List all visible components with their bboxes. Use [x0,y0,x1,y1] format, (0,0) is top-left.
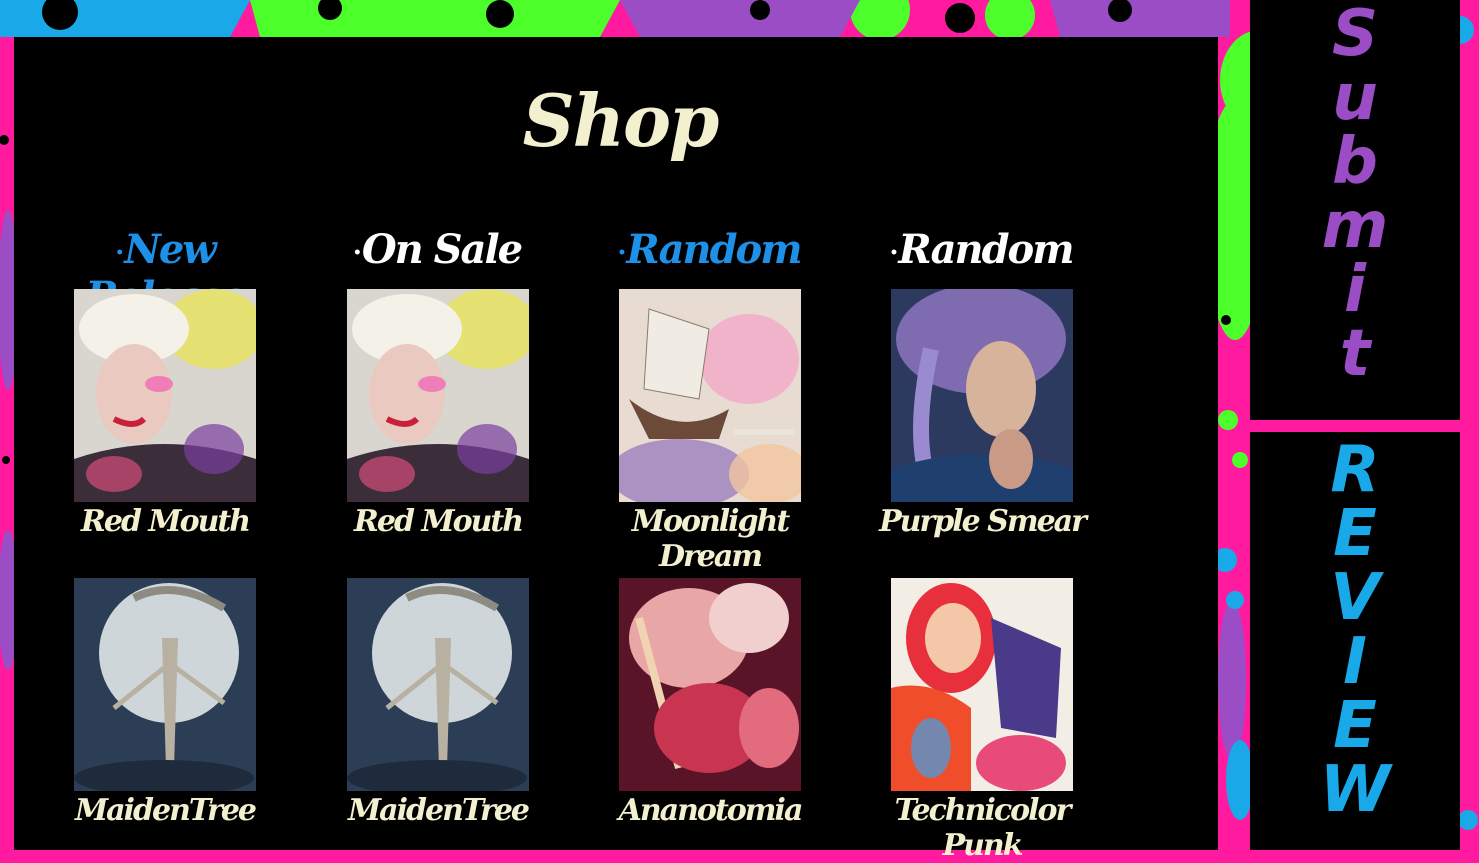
moon-tree-figure-image [74,578,256,791]
product-thumbnail[interactable] [74,289,256,502]
submit-label: S u b m i t [1321,0,1389,391]
old-woman-portrait-image [891,289,1073,502]
product-thumbnail[interactable] [619,289,801,502]
product-thumbnail[interactable] [74,578,256,791]
moon-tree-figure-image [347,578,529,791]
product-thumbnail[interactable] [619,578,801,791]
portrait-woman-white-hair-image [74,289,256,502]
product-name[interactable]: Ananotomia [580,793,840,828]
submit-button[interactable]: S u b m i t [1250,0,1460,420]
column-heading-label: Random [626,226,802,273]
column-heading-label: Random [898,226,1074,273]
page-title: Shop [522,78,720,163]
column-heading-new-release[interactable]: •New Release [50,226,280,320]
column-heading-random-2[interactable]: •Random [866,226,1096,276]
ship-in-clouds-image [619,289,801,502]
product-thumbnail[interactable] [891,289,1073,502]
portrait-woman-white-hair-image [347,289,529,502]
column-heading-random-1[interactable]: •Random [594,226,824,276]
product-name[interactable]: Moonlight Dream [580,504,840,574]
product-thumbnail[interactable] [347,578,529,791]
product-name[interactable]: Red Mouth [308,504,568,539]
red-anatomy-painting-image [619,578,801,791]
review-label: R E V I E W [1319,433,1391,827]
column-heading-on-sale[interactable]: •On Sale [322,226,552,276]
product-name[interactable]: Red Mouth [35,504,295,539]
product-name[interactable]: MaidenTree [35,793,295,828]
column-heading-label: On Sale [361,226,523,273]
product-name[interactable]: Purple Smear [852,504,1112,539]
product-thumbnail[interactable] [347,289,529,502]
product-name[interactable]: Technicolor Punk [852,793,1112,863]
punk-girl-portrait-image [891,578,1073,791]
review-button[interactable]: R E V I E W [1250,432,1460,850]
product-thumbnail[interactable] [891,578,1073,791]
product-name[interactable]: MaidenTree [308,793,568,828]
